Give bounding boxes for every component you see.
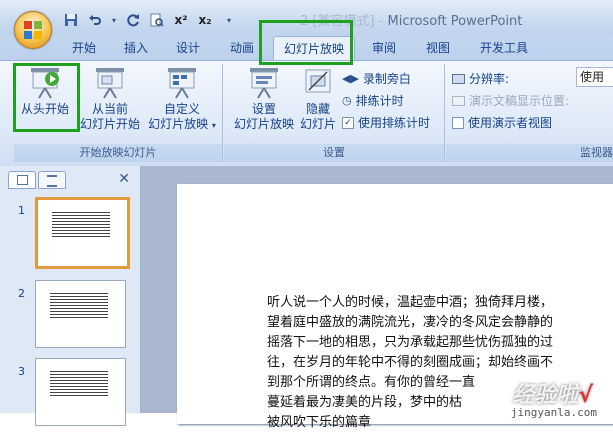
- hide-slide-icon: [300, 66, 336, 100]
- custom-slide-show-button[interactable]: 自定义 幻灯片放映 ▾: [146, 66, 218, 133]
- slide-editor: 听人说一个人的时候，温起壶中酒；独倚拜月楼， 望着庭中盛放的满院流光，凄冷的冬风…: [141, 166, 613, 430]
- outline-tab-icon: [47, 175, 57, 187]
- hide-label-2: 幻灯片: [299, 117, 336, 131]
- hide-label-1: 隐藏: [305, 102, 330, 116]
- undo-dropdown-icon[interactable]: ▾: [110, 11, 118, 29]
- thumbnail-text-lines: [50, 293, 108, 320]
- tab-review[interactable]: 审阅: [364, 36, 404, 60]
- setup-slide-show-button[interactable]: 设置 幻灯片放映: [228, 66, 300, 132]
- custom-show-label-2: 幻灯片放映 ▾: [148, 117, 216, 131]
- hide-slide-button[interactable]: 隐藏 幻灯片: [296, 66, 340, 132]
- tab-home[interactable]: 开始: [64, 36, 104, 60]
- superscript-button[interactable]: x²: [172, 11, 190, 29]
- use-rehearsed-timings-checkbox[interactable]: ✓ 使用排练计时: [342, 114, 430, 131]
- from-current-label-1: 从当前: [91, 102, 128, 116]
- slides-pane: ✕ 1 2 3: [0, 166, 141, 426]
- show-on-row: 演示文稿显示位置:: [452, 92, 569, 109]
- tab-insert[interactable]: 插入: [116, 36, 156, 60]
- subscript-button[interactable]: x₂: [196, 11, 214, 29]
- slides-tab[interactable]: [8, 171, 36, 189]
- undo-icon[interactable]: [86, 11, 104, 29]
- group-monitors-label: 监视器: [446, 144, 613, 162]
- window-title-app: Microsoft PowerPoint: [387, 14, 523, 29]
- slide-thumbnail[interactable]: [35, 197, 130, 269]
- watermark: 经验啦√: [512, 377, 593, 409]
- slides-tab-icon: [17, 175, 28, 185]
- clock-icon: ◷: [342, 94, 352, 107]
- tab-animations[interactable]: 动画: [222, 36, 262, 60]
- qat-customize-icon[interactable]: ▾: [220, 11, 238, 29]
- print-preview-icon[interactable]: [148, 11, 166, 29]
- record-narration-label: 录制旁白: [362, 72, 411, 86]
- highlight-from-beginning: [13, 63, 80, 132]
- office-button[interactable]: [14, 11, 52, 49]
- group-start-label: 开始放映幻灯片: [14, 144, 222, 162]
- from-current-slide-button[interactable]: 从当前 幻灯片开始: [76, 66, 144, 132]
- resolution-row: 分辨率:: [452, 70, 509, 87]
- save-icon[interactable]: [62, 11, 80, 29]
- watermark-check: √: [578, 383, 593, 408]
- highlight-slide-show-tab: [259, 20, 353, 65]
- redo-icon[interactable]: [124, 11, 142, 29]
- slide-text-line: 听人说一个人的时候，温起壶中酒；独倚拜月楼，: [267, 295, 554, 310]
- setup-show-icon: [246, 66, 282, 100]
- presenter-view-checkbox[interactable]: 使用演示者视图: [452, 114, 552, 131]
- resolution-label: 分辨率:: [469, 72, 510, 86]
- custom-show-icon: [164, 66, 200, 100]
- presenter-view-label: 使用演示者视图: [468, 116, 553, 130]
- show-presentation-on-label: 演示文稿显示位置:: [469, 94, 570, 108]
- chevron-down-icon: ▾: [211, 121, 216, 130]
- quick-access-toolbar: ▾ x² x₂ ▾: [62, 10, 238, 30]
- group-setup-label: 设置: [224, 144, 444, 162]
- tab-developer[interactable]: 开发工具: [470, 36, 538, 60]
- slide-text-line: 往，在岁月的年轮中不得的刻圈成画；却始终画不: [267, 355, 554, 370]
- thumbnail-number: 1: [18, 204, 25, 217]
- custom-show-label-1: 自定义: [163, 102, 200, 116]
- slide-text-line: 望着庭中盛放的满院流光，凄冷的冬风定会静静的: [267, 315, 554, 330]
- from-current-label-2: 幻灯片开始: [79, 117, 140, 131]
- record-narration-button[interactable]: ◀▶ 录制旁白: [342, 70, 411, 87]
- pane-tabs: ✕: [8, 171, 134, 189]
- setup-label-2: 幻灯片放映: [233, 117, 294, 131]
- use-rehearsed-timings-label: 使用排练计时: [358, 116, 431, 130]
- close-icon[interactable]: ✕: [118, 171, 130, 187]
- setup-label-1: 设置: [251, 102, 276, 116]
- rehearse-timings-label: 排练计时: [355, 94, 404, 108]
- watermark-text: 经验啦: [512, 383, 579, 408]
- resolution-select[interactable]: 使用: [576, 67, 613, 87]
- outline-tab[interactable]: [38, 171, 66, 189]
- monitor-disabled-icon: [452, 95, 465, 106]
- checkbox-checked-icon: ✓: [342, 116, 354, 129]
- ribbon: 从头开始 从当前 幻灯片开始 自定义 幻灯片放映 ▾ 开始放映幻灯片 设置 幻灯…: [0, 60, 613, 167]
- thumbnail-text-lines: [52, 212, 110, 239]
- thumbnail-text-lines: [50, 371, 108, 398]
- slide-thumbnail[interactable]: [35, 358, 126, 426]
- thumbnail-number: 3: [18, 365, 25, 378]
- microphone-icon: ◀▶: [342, 72, 359, 85]
- monitor-icon: [452, 73, 465, 84]
- office-logo-icon: [24, 21, 42, 39]
- checkbox-unchecked-icon: [452, 116, 464, 129]
- projector-screen-icon: [92, 66, 128, 100]
- slide-thumbnail[interactable]: [35, 280, 126, 348]
- tab-view[interactable]: 视图: [418, 36, 458, 60]
- group-setup: 设置 幻灯片放映 隐藏 幻灯片 ◀▶ 录制旁白 ◷ 排练计时 ✓ 使用排练计时 …: [224, 64, 445, 162]
- rehearse-timings-button[interactable]: ◷ 排练计时: [342, 92, 404, 109]
- tab-design[interactable]: 设计: [168, 36, 208, 60]
- slide-text-line: 摇落下一地的相思，只为承载起那些忧伤孤独的过: [267, 335, 554, 350]
- thumbnail-number: 2: [18, 287, 25, 300]
